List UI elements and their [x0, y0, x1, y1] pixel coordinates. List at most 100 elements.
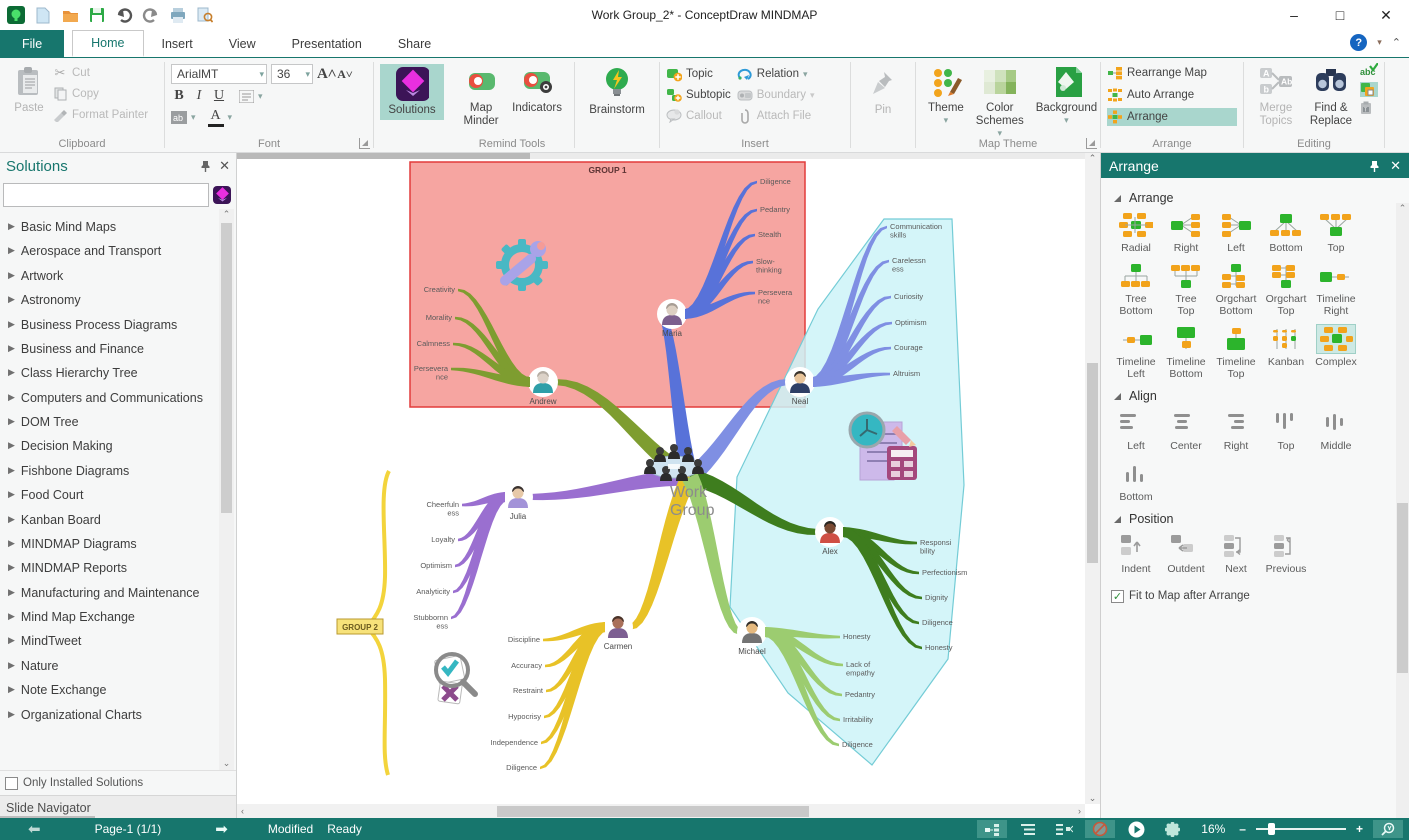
branch[interactable]: [540, 622, 605, 769]
expand-triangle-icon[interactable]: ▶: [8, 245, 15, 258]
solutions-list-item[interactable]: ▶MindTweet: [6, 629, 236, 653]
arrange-item-kanban[interactable]: Kanban: [1261, 325, 1311, 380]
split-view-icon[interactable]: [1049, 820, 1079, 838]
maximize-button[interactable]: □: [1317, 0, 1363, 30]
arrange-item-right[interactable]: Right: [1161, 211, 1211, 254]
solutions-list-item[interactable]: ▶Manufacturing and Maintenance: [6, 581, 236, 605]
topic-label[interactable]: Curiosity: [894, 292, 923, 301]
topic-label[interactable]: Cheerfulness: [426, 500, 459, 517]
format-painter-button[interactable]: Format Painter: [52, 106, 148, 124]
expand-triangle-icon[interactable]: ▶: [8, 416, 15, 429]
expand-triangle-icon[interactable]: ▶: [8, 514, 15, 527]
arrange-item-tree-bottom[interactable]: TreeBottom: [1111, 262, 1161, 317]
outline-view-icon[interactable]: [1013, 820, 1043, 838]
arrange-item-orgchart-bottom[interactable]: OrgchartBottom: [1211, 262, 1261, 317]
person-name-julia[interactable]: Julia: [510, 512, 527, 521]
solutions-search-logo-icon[interactable]: [212, 185, 232, 205]
merge-topics-button[interactable]: AbAb Merge Topics: [1250, 62, 1302, 138]
arrange-item-bottom[interactable]: Bottom: [1261, 211, 1311, 254]
brainstorm-button[interactable]: Brainstorm: [581, 64, 653, 120]
person-name-michael[interactable]: Michael: [738, 647, 766, 656]
group1-label[interactable]: GROUP 1: [588, 165, 626, 175]
expand-triangle-icon[interactable]: ▶: [8, 684, 15, 697]
expand-triangle-icon[interactable]: ▶: [8, 319, 15, 332]
arrange-button[interactable]: Arrange: [1107, 108, 1237, 126]
topic-label[interactable]: Independence: [490, 738, 538, 747]
pin-button[interactable]: Pin: [857, 64, 909, 120]
expand-triangle-icon[interactable]: ▶: [8, 587, 15, 600]
cut-button[interactable]: ✂ Cut: [52, 64, 148, 82]
expand-triangle-icon[interactable]: ▶: [8, 294, 15, 307]
topic-label[interactable]: Honesty: [843, 632, 871, 641]
map-minder-button[interactable]: Map Minder: [456, 62, 506, 138]
topic-label[interactable]: Courage: [894, 343, 923, 352]
solutions-list-item[interactable]: ▶Fishbone Diagrams: [6, 459, 236, 483]
boundary-button[interactable]: Boundary ▾: [737, 86, 815, 104]
copy-button[interactable]: Copy: [52, 85, 148, 103]
position-item-outdent[interactable]: Outdent: [1161, 532, 1211, 575]
expand-triangle-icon[interactable]: ▶: [8, 538, 15, 551]
grow-font-button[interactable]: A˄: [317, 66, 333, 83]
align-item-center[interactable]: Center: [1161, 409, 1211, 452]
solutions-list-item[interactable]: ▶Kanban Board: [6, 508, 236, 532]
tab-view[interactable]: View: [211, 30, 274, 57]
person-name-neal[interactable]: Neal: [792, 397, 809, 406]
background-button[interactable]: Background ▾: [1030, 62, 1103, 142]
arrange-pin-icon[interactable]: [1369, 160, 1380, 172]
solutions-list-item[interactable]: ▶Nature: [6, 654, 236, 678]
expand-triangle-icon[interactable]: ▶: [8, 392, 15, 405]
canvas-top-scrollbar[interactable]: [237, 153, 1085, 159]
arrange-close-icon[interactable]: ✕: [1390, 158, 1401, 174]
arrange-item-timeline-right[interactable]: TimelineRight: [1311, 262, 1361, 317]
position-item-previous[interactable]: Previous: [1261, 532, 1311, 575]
subtopic-button[interactable]: Subtopic: [666, 86, 731, 104]
only-installed-checkbox[interactable]: [5, 777, 18, 790]
align-item-left[interactable]: Left: [1111, 409, 1161, 452]
topic-label[interactable]: Hypocrisy: [508, 712, 541, 721]
close-button[interactable]: ✕: [1363, 0, 1409, 30]
next-page-icon[interactable]: ➡: [215, 820, 228, 838]
topic-label[interactable]: Pedantry: [760, 205, 790, 214]
arrange-item-left[interactable]: Left: [1211, 211, 1261, 254]
shape-mode-icon[interactable]: [1157, 820, 1187, 838]
topic-label[interactable]: Loyalty: [431, 535, 455, 544]
arrange-item-radial[interactable]: Radial: [1111, 211, 1161, 254]
solutions-list-item[interactable]: ▶MINDMAP Reports: [6, 556, 236, 580]
tab-presentation[interactable]: Presentation: [274, 30, 380, 57]
theme-button[interactable]: Theme ▾: [922, 62, 970, 142]
topic-label[interactable]: Diligence: [760, 177, 791, 186]
help-dropdown-icon[interactable]: ▾: [1377, 37, 1382, 48]
tab-insert[interactable]: Insert: [144, 30, 211, 57]
position-item-next[interactable]: Next: [1211, 532, 1261, 575]
color-schemes-button[interactable]: Color Schemes ▾: [970, 62, 1030, 142]
topic-label[interactable]: Creativity: [424, 285, 456, 294]
solutions-pin-icon[interactable]: [200, 160, 211, 172]
minimize-button[interactable]: –: [1271, 0, 1317, 30]
topic-label[interactable]: Diligence: [922, 618, 953, 627]
group2-label[interactable]: GROUP 2: [342, 623, 378, 632]
topic-label[interactable]: Optimism: [895, 318, 927, 327]
arrange-item-orgchart-top[interactable]: OrgchartTop: [1261, 262, 1311, 317]
expand-triangle-icon[interactable]: ▶: [8, 465, 15, 478]
solutions-list-item[interactable]: ▶Computers and Communications: [6, 386, 236, 410]
bold-button[interactable]: B: [171, 88, 187, 104]
solutions-list-item[interactable]: ▶DOM Tree: [6, 410, 236, 434]
position-item-indent[interactable]: Indent: [1111, 532, 1161, 575]
layers-icon[interactable]: [1360, 82, 1378, 97]
help-icon[interactable]: ?: [1350, 34, 1367, 51]
solutions-list-item[interactable]: ▶Basic Mind Maps: [6, 215, 236, 239]
zoom-slider[interactable]: [1256, 828, 1346, 830]
topic-label[interactable]: Diligence: [842, 740, 873, 749]
topic-label[interactable]: Perfectionism: [922, 568, 967, 577]
tab-file[interactable]: File: [0, 30, 64, 57]
font-color-icon[interactable]: A: [208, 108, 224, 127]
topic-label[interactable]: Pedantry: [845, 690, 875, 699]
person-name-alex[interactable]: Alex: [822, 547, 838, 556]
rearrange-map-button[interactable]: Rearrange Map: [1107, 64, 1237, 82]
branch[interactable]: [451, 492, 505, 619]
topic-button[interactable]: Topic: [666, 65, 731, 83]
prev-page-icon[interactable]: ⬅: [28, 820, 41, 838]
solutions-close-icon[interactable]: ✕: [219, 158, 230, 174]
arrange-item-tree-top[interactable]: TreeTop: [1161, 262, 1211, 317]
canvas-horizontal-scrollbar[interactable]: ‹›: [237, 804, 1085, 819]
